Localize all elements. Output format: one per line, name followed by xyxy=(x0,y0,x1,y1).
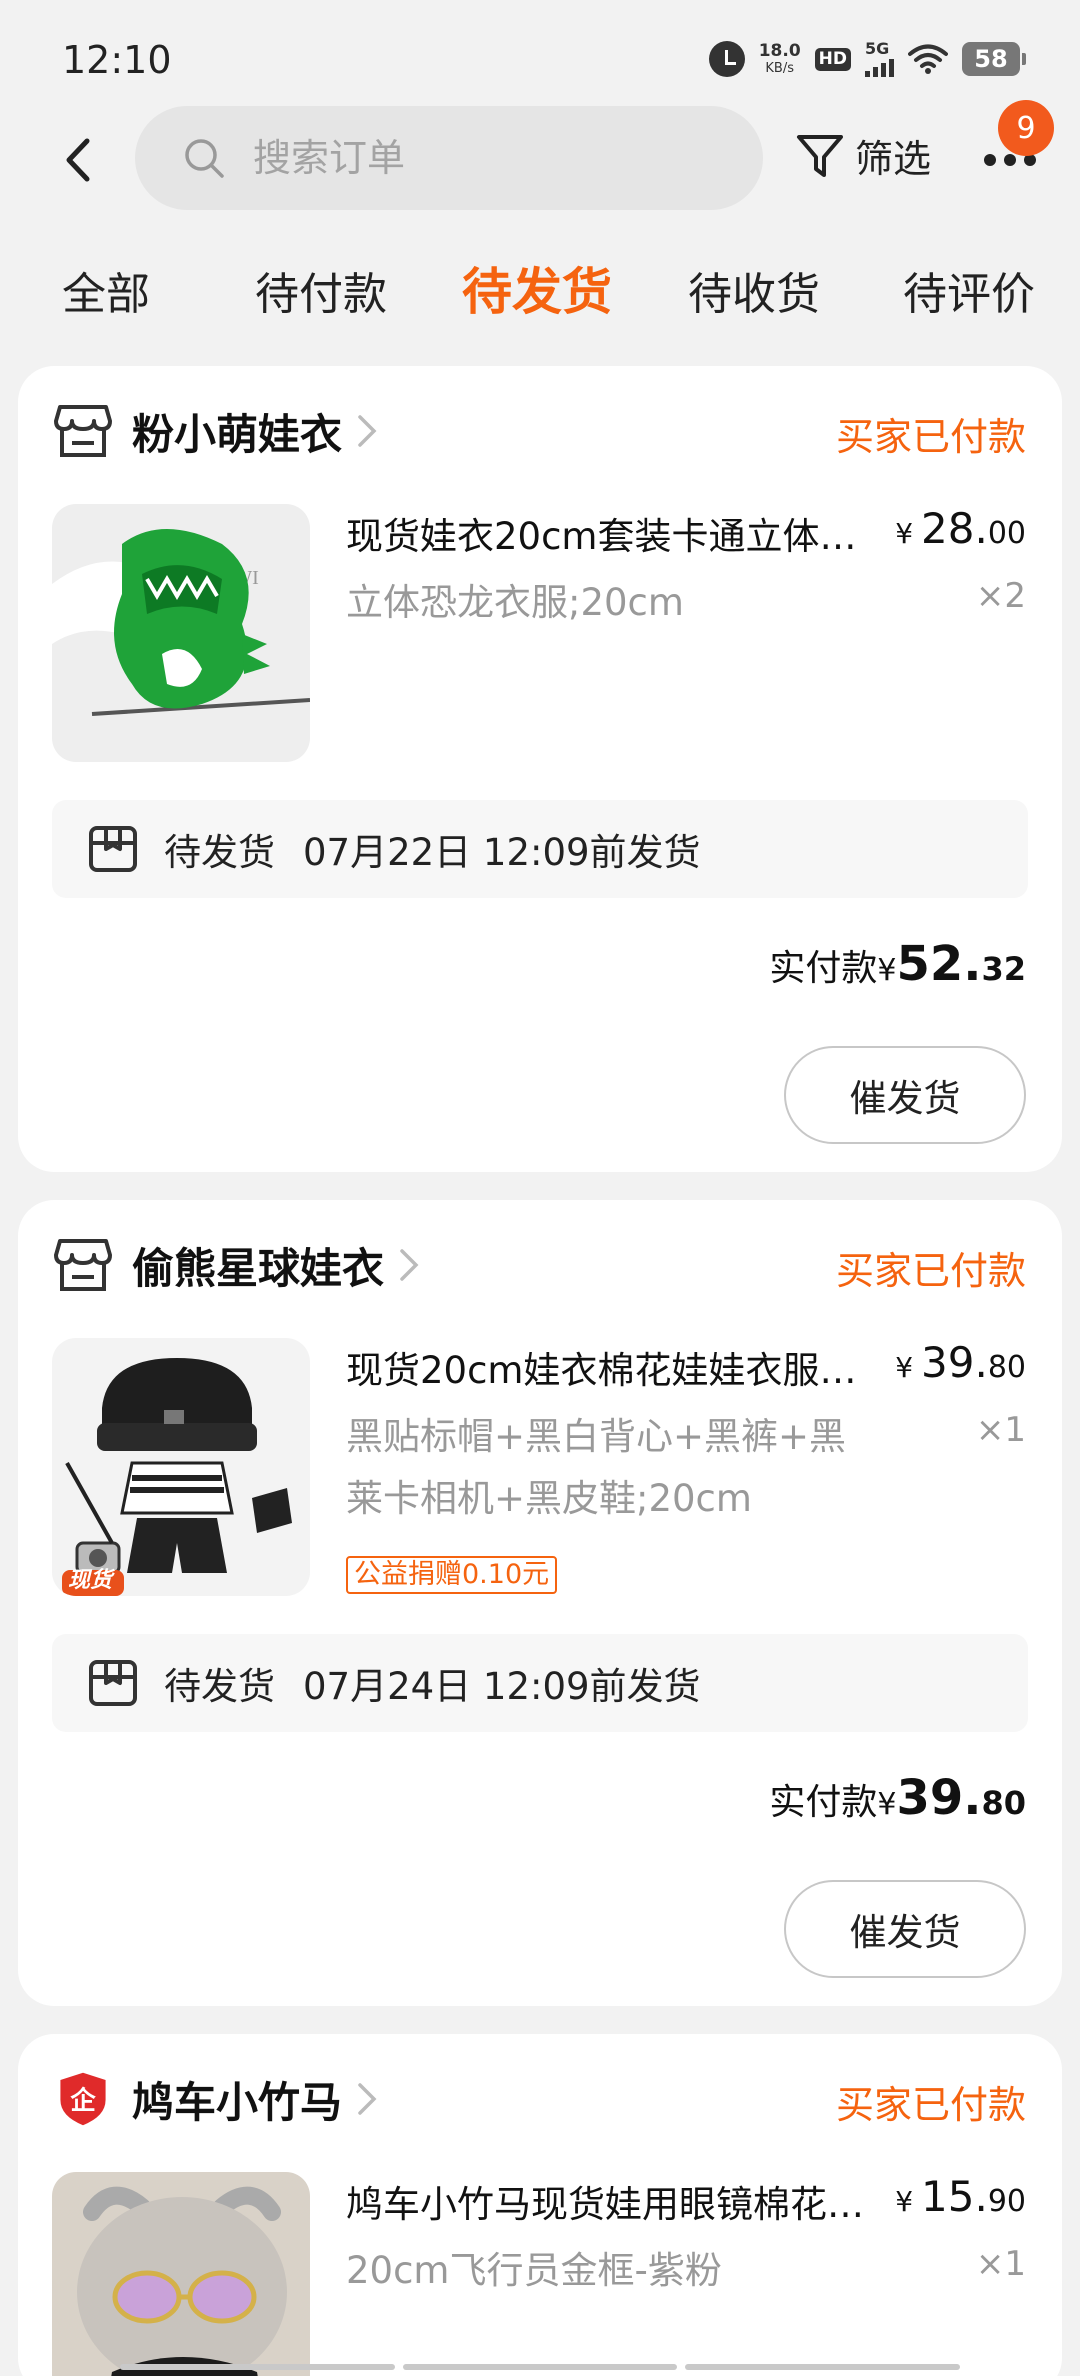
price-integer: 39. xyxy=(921,1338,988,1387)
shipping-status: 待发货 xyxy=(164,831,275,874)
order-card: 企 鸠车小竹马 买家已付款 鸠车小竹马现货娃用眼镜棉花娃娃配件 20cm飞行员金… xyxy=(18,2034,1062,2376)
urge-shipment-button[interactable]: 催发货 xyxy=(784,1046,1026,1144)
enterprise-shield-text: 企 xyxy=(70,2086,96,2115)
product-price: ¥ 15. 90 xyxy=(895,2172,1026,2221)
order-status: 买家已付款 xyxy=(835,1249,1026,1293)
amount-paid-label: 实付款 xyxy=(769,948,878,989)
hd-icon: HD xyxy=(814,47,851,71)
filter-button[interactable]: 筛选 xyxy=(795,128,931,183)
price-integer: 28. xyxy=(921,504,988,553)
tab-pending-review[interactable]: 待评价 xyxy=(903,258,1035,322)
more-dot-icon xyxy=(1004,154,1016,166)
net-speed-value: 18.0 xyxy=(758,41,801,61)
enterprise-shield-icon: 企 xyxy=(60,2072,106,2126)
product-title[interactable]: 鸠车小竹马现货娃用眼镜棉花娃娃配件 xyxy=(346,2174,876,2228)
amount-paid-currency: ¥ xyxy=(877,953,897,988)
shipping-status: 待发货 xyxy=(164,1665,275,1708)
chevron-right-icon xyxy=(400,1249,419,1281)
amount-paid-label: 实付款 xyxy=(769,1782,878,1823)
store-icon xyxy=(54,1239,112,1291)
order-status: 买家已付款 xyxy=(835,2083,1026,2127)
chevron-right-icon xyxy=(358,415,377,447)
net-speed-unit: KB/s xyxy=(765,61,794,76)
search-box[interactable] xyxy=(135,106,763,210)
amount-paid-integer: 39. xyxy=(896,1770,982,1826)
status-icons: 18.0 KB/s HD 5G 58 xyxy=(708,34,1026,84)
home-indicator[interactable] xyxy=(120,2364,961,2370)
amount-paid-currency: ¥ xyxy=(877,1787,897,1822)
product-image[interactable] xyxy=(52,2172,310,2376)
urge-shipment-button[interactable]: 催发货 xyxy=(784,1880,1026,1978)
amount-paid-decimal: 80 xyxy=(981,1784,1026,1822)
shop-link[interactable]: 粉小萌娃衣 xyxy=(54,396,378,466)
back-arrow-icon xyxy=(66,138,90,182)
thumb-stock-tag: 现货 xyxy=(68,1568,113,1593)
tab-pending-receipt[interactable]: 待收货 xyxy=(688,258,820,322)
shop-name: 偷熊星球娃衣 xyxy=(132,1243,385,1293)
search-icon xyxy=(185,139,224,178)
network-type: 5G xyxy=(865,39,890,58)
shipping-info[interactable]: 待发货 07月22日 12:09前发货 xyxy=(52,800,1028,898)
product-price: ¥ 39. 80 xyxy=(895,1338,1026,1387)
filter-icon xyxy=(797,134,843,177)
price-currency: ¥ xyxy=(895,1351,914,1384)
amount-paid-decimal: 32 xyxy=(981,950,1026,988)
order-card: 偷熊星球娃衣 买家已付款 现货 现货20cm娃衣棉花娃娃衣服套装 黑贴标帽+黑白… xyxy=(18,1200,1062,2006)
amount-paid: 实付款 ¥ 52. 32 xyxy=(769,936,1026,992)
net-speed: 18.0 KB/s xyxy=(758,41,801,76)
alarm-icon xyxy=(708,41,745,77)
package-icon xyxy=(89,1660,137,1706)
price-integer: 15. xyxy=(921,2172,988,2221)
battery-icon: 58 xyxy=(962,42,1026,76)
notification-badge: 9 xyxy=(998,100,1054,156)
tab-pending-shipment[interactable]: 待发货 xyxy=(462,252,612,324)
charity-tag: 公益捐赠0.10元 xyxy=(346,1556,558,1594)
more-dot-icon xyxy=(984,154,996,166)
shop-link[interactable]: 偷熊星球娃衣 xyxy=(54,1230,420,1300)
product-price: ¥ 28. 00 xyxy=(895,504,1026,553)
order-status: 买家已付款 xyxy=(835,415,1026,459)
product-quantity: ×1 xyxy=(975,1410,1026,1450)
shop-name: 鸠车小竹马 xyxy=(132,2077,343,2127)
amount-paid-integer: 52. xyxy=(896,936,982,992)
shipping-deadline: 07月22日 12:09前发货 xyxy=(303,831,701,874)
product-title[interactable]: 现货20cm娃衣棉花娃娃衣服套装 xyxy=(346,1340,876,1394)
shipping-info[interactable]: 待发货 07月24日 12:09前发货 xyxy=(52,1634,1028,1732)
product-quantity: ×1 xyxy=(975,2244,1026,2284)
shop-link[interactable]: 企 鸠车小竹马 xyxy=(54,2064,378,2134)
price-decimal: 00 xyxy=(987,516,1026,551)
chevron-right-icon xyxy=(358,2083,377,2115)
product-spec: 立体恐龙衣服;20cm xyxy=(346,581,684,624)
product-image[interactable]: HE WI xyxy=(52,504,310,762)
wifi-icon xyxy=(908,44,948,74)
amount-paid: 实付款 ¥ 39. 80 xyxy=(769,1770,1026,1826)
search-input[interactable] xyxy=(253,136,653,180)
tab-pending-payment[interactable]: 待付款 xyxy=(255,258,387,322)
price-decimal: 90 xyxy=(987,2184,1026,2219)
product-spec: 黑贴标帽+黑白背心+黑裤+黑莱卡相机+黑皮鞋;20cm xyxy=(346,1415,847,1520)
shipping-deadline: 07月24日 12:09前发货 xyxy=(303,1665,701,1708)
price-currency: ¥ xyxy=(895,2185,914,2218)
price-currency: ¥ xyxy=(895,517,914,550)
signal-icon: 5G xyxy=(865,41,894,77)
store-icon xyxy=(54,405,112,457)
product-quantity: ×2 xyxy=(975,576,1026,616)
order-tabs: 全部 待付款 待发货 待收货 待评价 xyxy=(0,250,1080,330)
product-spec: 20cm飞行员金框-紫粉 xyxy=(346,2249,722,2292)
header: 筛选 9 xyxy=(0,100,1080,220)
shop-name: 粉小萌娃衣 xyxy=(132,409,343,459)
product-image[interactable]: 现货 xyxy=(52,1338,310,1596)
order-card: 粉小萌娃衣 买家已付款 HE WI 现货娃衣20cm套装卡通立体恐龙衣服 立体恐… xyxy=(18,366,1062,1172)
filter-label: 筛选 xyxy=(855,137,932,181)
tab-all[interactable]: 全部 xyxy=(62,258,150,322)
product-title[interactable]: 现货娃衣20cm套装卡通立体恐龙衣服 xyxy=(346,506,876,560)
back-button[interactable] xyxy=(48,130,108,190)
price-decimal: 80 xyxy=(987,1350,1026,1385)
package-icon xyxy=(89,826,137,872)
status-time: 12:10 xyxy=(62,38,172,82)
